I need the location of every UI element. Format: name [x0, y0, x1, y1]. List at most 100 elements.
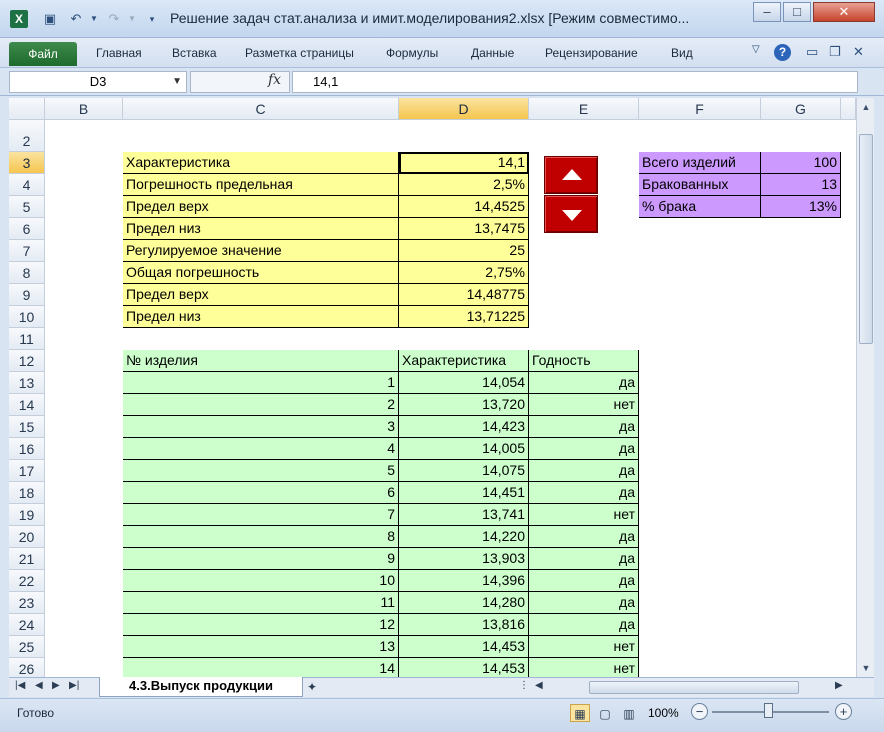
save-icon[interactable]: ▣ [42, 11, 58, 27]
scroll-left-icon[interactable]: ◀ [535, 680, 543, 691]
table-cell-item-no[interactable]: 7 [123, 504, 399, 526]
tab-insert[interactable]: Вставка [172, 46, 217, 60]
insert-sheet-icon[interactable]: ✦ [307, 680, 317, 694]
param-label[interactable]: Общая погрешность [123, 262, 399, 284]
table-cell-fitness[interactable]: да [529, 526, 639, 548]
param-label[interactable]: Предел низ [123, 306, 399, 328]
table-cell-item-no[interactable]: 2 [123, 394, 399, 416]
table-cell-item-no[interactable]: 1 [123, 372, 399, 394]
row-header-20[interactable]: 20 [9, 526, 45, 548]
table-cell-characteristic[interactable]: 14,280 [399, 592, 529, 614]
tab-formulas[interactable]: Формулы [386, 46, 438, 60]
param-label[interactable]: Предел верх [123, 196, 399, 218]
row-header-13[interactable]: 13 [9, 372, 45, 394]
scroll-down-icon[interactable]: ▼ [857, 663, 875, 673]
ribbon-minimize-icon[interactable]: ▽ [752, 44, 760, 55]
table-cell-fitness[interactable]: да [529, 548, 639, 570]
row-header-23[interactable]: 23 [9, 592, 45, 614]
workbook-close-icon[interactable]: ✕ [853, 44, 864, 60]
insert-function-icon[interactable]: fx [268, 72, 281, 88]
tab-data[interactable]: Данные [471, 46, 514, 60]
table-cell-item-no[interactable]: 8 [123, 526, 399, 548]
table-cell-characteristic[interactable]: 14,453 [399, 658, 529, 677]
table-cell-fitness[interactable]: нет [529, 636, 639, 658]
tab-view[interactable]: Вид [671, 46, 693, 60]
table-header-fitness[interactable]: Годность [529, 350, 639, 372]
minimize-button[interactable]: – [753, 2, 781, 22]
param-value[interactable]: 14,4525 [399, 196, 529, 218]
table-cell-item-no[interactable]: 12 [123, 614, 399, 636]
table-cell-characteristic[interactable]: 13,903 [399, 548, 529, 570]
zoom-slider-thumb[interactable] [764, 703, 773, 718]
row-header-12[interactable]: 12 [9, 350, 45, 372]
table-cell-characteristic[interactable]: 14,220 [399, 526, 529, 548]
redo-icon[interactable]: ↷ [106, 11, 122, 27]
param-label[interactable]: Предел верх [123, 284, 399, 306]
vertical-scrollbar[interactable]: ▲ ▼ [856, 98, 874, 677]
tab-review[interactable]: Рецензирование [545, 46, 638, 60]
column-header-h[interactable] [841, 98, 856, 120]
zoom-level[interactable]: 100% [648, 706, 679, 720]
row-header-22[interactable]: 22 [9, 570, 45, 592]
table-cell-fitness[interactable]: да [529, 438, 639, 460]
scroll-up-icon[interactable]: ▲ [857, 102, 875, 112]
summary-value[interactable]: 100 [761, 152, 841, 174]
table-cell-characteristic[interactable]: 13,816 [399, 614, 529, 636]
row-header-8[interactable]: 8 [9, 262, 45, 284]
row-header-17[interactable]: 17 [9, 460, 45, 482]
table-cell-fitness[interactable]: да [529, 460, 639, 482]
row-header-14[interactable]: 14 [9, 394, 45, 416]
param-value[interactable]: 13,71225 [399, 306, 529, 328]
column-header-f[interactable]: F [639, 98, 761, 120]
table-cell-characteristic[interactable]: 13,741 [399, 504, 529, 526]
maximize-button[interactable]: □ [783, 2, 811, 22]
workbook-minimize-icon[interactable]: ▭ [806, 44, 818, 60]
table-cell-item-no[interactable]: 10 [123, 570, 399, 592]
param-value-selected[interactable]: 14,1 [399, 152, 529, 174]
last-sheet-icon[interactable]: ▶| [69, 680, 79, 691]
tab-home[interactable]: Главная [96, 46, 142, 60]
row-header-7[interactable]: 7 [9, 240, 45, 262]
summary-value[interactable]: 13 [761, 174, 841, 196]
row-header-3[interactable]: 3 [9, 152, 45, 174]
name-box[interactable]: D3 ▼ [9, 71, 187, 93]
column-header-c[interactable]: C [123, 98, 399, 120]
row-header-5[interactable]: 5 [9, 196, 45, 218]
table-cell-item-no[interactable]: 4 [123, 438, 399, 460]
table-cell-fitness[interactable]: да [529, 614, 639, 636]
normal-view-icon[interactable]: ▦ [570, 704, 590, 722]
page-layout-view-icon[interactable]: ▢ [595, 704, 615, 722]
vertical-scroll-thumb[interactable] [859, 134, 873, 344]
row-header-10[interactable]: 10 [9, 306, 45, 328]
table-cell-item-no[interactable]: 9 [123, 548, 399, 570]
table-cell-characteristic[interactable]: 14,054 [399, 372, 529, 394]
column-header-e[interactable]: E [529, 98, 639, 120]
zoom-out-button[interactable]: − [691, 703, 708, 720]
summary-label[interactable]: Бракованных [639, 174, 761, 196]
table-cell-item-no[interactable]: 13 [123, 636, 399, 658]
param-value[interactable]: 14,48775 [399, 284, 529, 306]
row-header-19[interactable]: 19 [9, 504, 45, 526]
redo-dropdown-icon[interactable]: ▼ [124, 11, 140, 27]
row-header-9[interactable]: 9 [9, 284, 45, 306]
spin-up-button[interactable] [544, 156, 598, 194]
param-value[interactable]: 2,5% [399, 174, 529, 196]
table-cell-fitness[interactable]: да [529, 372, 639, 394]
summary-label[interactable]: % брака [639, 196, 761, 218]
tab-page-layout[interactable]: Разметка страницы [245, 46, 354, 60]
param-label[interactable]: Регулируемое значение [123, 240, 399, 262]
summary-value[interactable]: 13% [761, 196, 841, 218]
row-header-26[interactable]: 26 [9, 658, 45, 677]
table-cell-fitness[interactable]: да [529, 570, 639, 592]
column-header-g[interactable]: G [761, 98, 841, 120]
workbook-restore-icon[interactable]: ❐ [829, 44, 841, 60]
row-header-16[interactable]: 16 [9, 438, 45, 460]
table-cell-fitness[interactable]: да [529, 416, 639, 438]
param-label[interactable]: Погрешность предельная [123, 174, 399, 196]
column-header-b[interactable]: B [45, 98, 123, 120]
formula-input[interactable]: 14,1 [292, 71, 858, 93]
table-cell-item-no[interactable]: 14 [123, 658, 399, 677]
row-header-24[interactable]: 24 [9, 614, 45, 636]
table-cell-characteristic[interactable]: 14,423 [399, 416, 529, 438]
prev-sheet-icon[interactable]: ◀ [35, 680, 43, 691]
